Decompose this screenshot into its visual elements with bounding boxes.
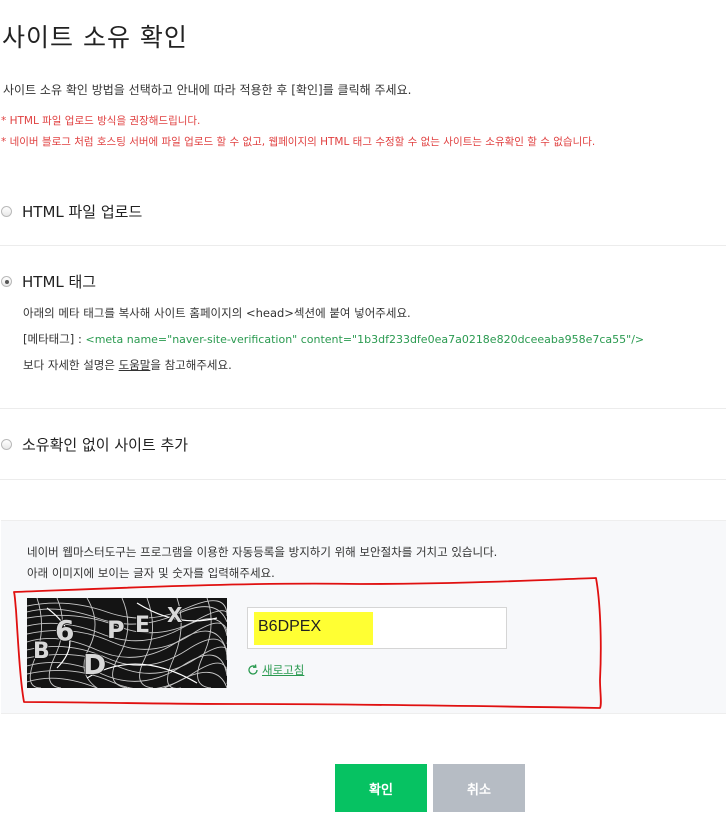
recommend-note: * HTML 파일 업로드 방식을 권장해드립니다. (1, 115, 201, 127)
captcha-input[interactable]: B6DPEX (247, 607, 507, 649)
divider (0, 245, 726, 246)
html-tag-label[interactable]: HTML 태그 (22, 271, 96, 292)
option-add-without-verification[interactable]: 소유확인 없이 사이트 추가 (1, 434, 188, 455)
captcha-image: B 6 D P E X (27, 598, 227, 688)
page-title: 사이트 소유 확인 (2, 23, 188, 52)
refresh-icon (248, 664, 258, 675)
refresh-captcha-button[interactable]: 새로고침 (247, 662, 304, 678)
help-line: 보다 자세한 설명은 도움말을 참고해주세요. (23, 357, 232, 373)
help-suffix: 을 참고해주세요. (150, 358, 232, 372)
help-link[interactable]: 도움말 (119, 358, 151, 372)
refresh-label[interactable]: 새로고침 (262, 662, 304, 678)
page-description: 사이트 소유 확인 방법을 선택하고 안내에 따라 적용한 후 [확인]를 클릭… (3, 83, 412, 97)
meta-tag-code[interactable]: <meta name="naver-site-verification" con… (85, 333, 644, 346)
meta-tag-line: [메타태그] : <meta name="naver-site-verifica… (23, 331, 644, 347)
meta-tag-label: [메타태그] : (23, 332, 86, 346)
cancel-button[interactable]: 취소 (433, 764, 525, 812)
svg-text:6: 6 (55, 614, 74, 647)
help-prefix: 보다 자세한 설명은 (23, 358, 119, 372)
confirm-button[interactable]: 확인 (335, 764, 427, 812)
svg-text:P: P (107, 616, 125, 644)
html-file-upload-label[interactable]: HTML 파일 업로드 (22, 201, 142, 222)
add-without-verification-label[interactable]: 소유확인 없이 사이트 추가 (22, 434, 188, 455)
add-without-verification-radio[interactable] (1, 439, 12, 450)
svg-text:B: B (33, 639, 50, 664)
option-html-tag[interactable]: HTML 태그 (1, 271, 96, 292)
html-file-upload-radio[interactable] (1, 206, 12, 217)
restriction-note: * 네이버 블로그 처럼 호스팅 서버에 파일 업로드 할 수 없고, 웹페이지… (1, 136, 596, 148)
html-tag-radio[interactable] (1, 276, 12, 287)
divider (0, 479, 726, 480)
svg-text:D: D (83, 648, 106, 681)
svg-text:X: X (167, 603, 183, 627)
site-ownership-page: 사이트 소유 확인 사이트 소유 확인 방법을 선택하고 안내에 따라 적용한 … (0, 0, 726, 827)
svg-text:E: E (135, 613, 150, 638)
divider (0, 408, 726, 409)
meta-instruction: 아래의 메타 태그를 복사해 사이트 홈페이지의 <head>섹션에 붙여 넣어… (23, 306, 411, 320)
captcha-notice: 네이버 웹마스터도구는 프로그램을 이용한 자동등록을 방지하기 위해 보안절차… (27, 545, 498, 559)
captcha-instruction: 아래 이미지에 보이는 글자 및 숫자를 입력해주세요. (27, 566, 275, 580)
option-html-file-upload[interactable]: HTML 파일 업로드 (1, 201, 142, 222)
captcha-input-value[interactable]: B6DPEX (258, 618, 321, 636)
